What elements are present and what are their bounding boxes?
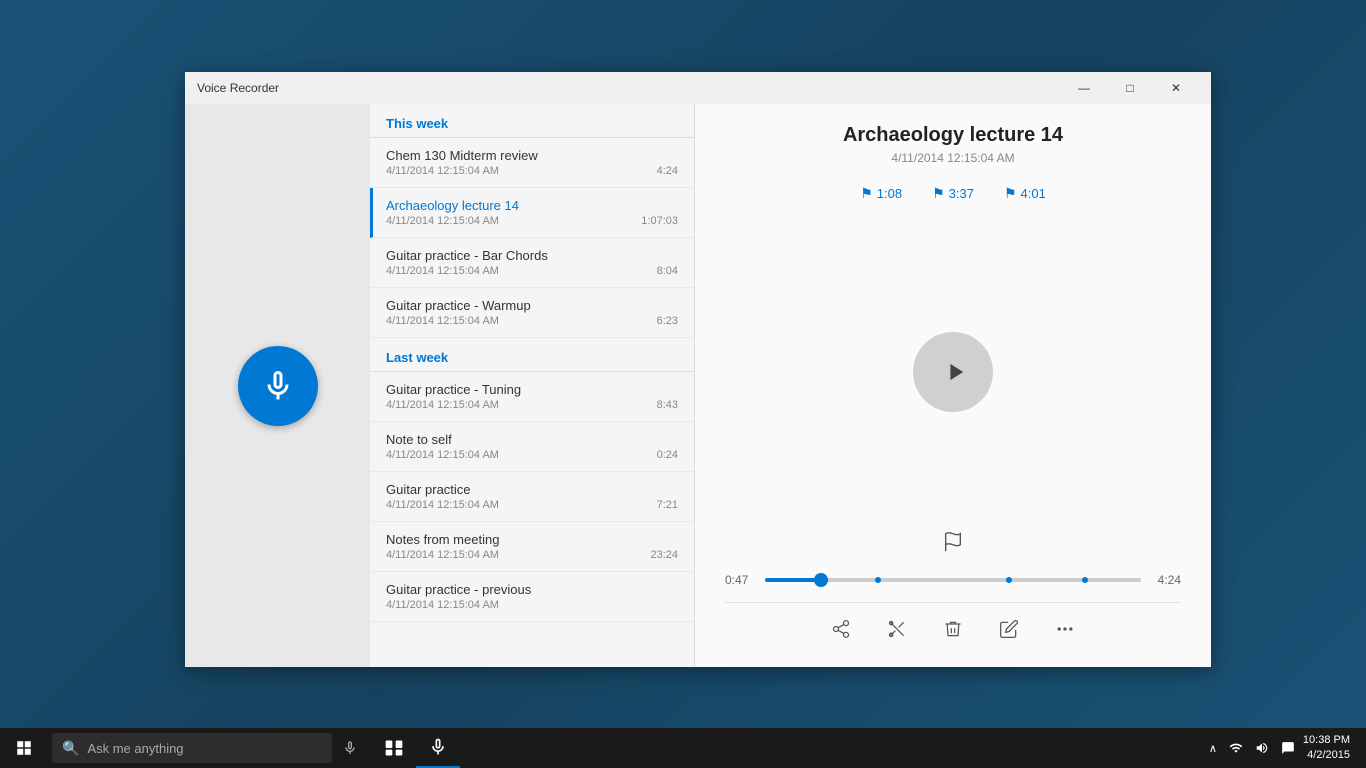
section-header-last-week: Last week	[370, 338, 694, 372]
desktop: Voice Recorder — □ ✕	[0, 0, 1366, 768]
recording-item[interactable]: Guitar practice - previous 4/11/2014 12:…	[370, 572, 694, 622]
voice-recorder-taskbar-icon	[428, 737, 448, 757]
progress-area: 0:47 4:24	[725, 573, 1181, 587]
window-controls: — □ ✕	[1061, 72, 1199, 104]
total-time: 4:24	[1151, 573, 1181, 587]
delete-icon	[943, 619, 963, 639]
flag-add-area	[725, 531, 1181, 558]
start-button[interactable]	[0, 728, 48, 768]
taskbar-clock[interactable]: 10:38 PM 4/2/2015	[1303, 733, 1358, 764]
recording-item-selected[interactable]: Archaeology lecture 14 4/11/2014 12:15:0…	[370, 188, 694, 238]
taskbar-app-task-view[interactable]	[372, 728, 416, 768]
recording-item[interactable]: Notes from meeting 4/11/2014 12:15:04 AM…	[370, 522, 694, 572]
play-icon	[941, 358, 969, 386]
taskbar-network-icon[interactable]	[1225, 741, 1247, 755]
windows-icon	[15, 739, 33, 757]
minimize-button[interactable]: —	[1061, 72, 1107, 104]
app-content: This week Chem 130 Midterm review 4/11/2…	[185, 104, 1211, 667]
trim-button[interactable]	[879, 611, 915, 647]
taskbar-notifications-chevron[interactable]: ∧	[1205, 742, 1221, 755]
play-area	[725, 222, 1181, 521]
edit-icon	[999, 619, 1019, 639]
search-placeholder: Ask me anything	[87, 741, 183, 756]
recording-item[interactable]: Guitar practice 4/11/2014 12:15:04 AM 7:…	[370, 472, 694, 522]
taskbar-notification-icon[interactable]	[1277, 741, 1299, 755]
maximize-button[interactable]: □	[1107, 72, 1153, 104]
taskbar-mic-button[interactable]	[332, 728, 368, 768]
delete-button[interactable]	[935, 611, 971, 647]
progress-fill	[765, 578, 821, 582]
network-icon	[1229, 741, 1243, 755]
microphone-icon	[260, 368, 296, 404]
more-button[interactable]	[1047, 611, 1083, 647]
trim-icon	[887, 619, 907, 639]
taskbar-microphone-icon	[342, 740, 358, 756]
progress-dot-3	[1082, 577, 1088, 583]
sidebar-left	[185, 104, 370, 667]
recording-item[interactable]: Guitar practice - Tuning 4/11/2014 12:15…	[370, 372, 694, 422]
close-button[interactable]: ✕	[1153, 72, 1199, 104]
taskbar-date-text: 4/2/2015	[1303, 748, 1350, 763]
taskbar-apps	[372, 728, 460, 768]
share-icon	[831, 619, 851, 639]
app-window: Voice Recorder — □ ✕	[185, 72, 1211, 667]
progress-dot-1	[875, 577, 881, 583]
recording-item[interactable]: Note to self 4/11/2014 12:15:04 AM 0:24	[370, 422, 694, 472]
add-flag-button[interactable]	[942, 531, 964, 558]
search-bar[interactable]: 🔍 Ask me anything	[52, 733, 332, 763]
share-button[interactable]	[823, 611, 859, 647]
recordings-panel: This week Chem 130 Midterm review 4/11/2…	[370, 104, 695, 667]
recording-item[interactable]: Guitar practice - Warmup 4/11/2014 12:15…	[370, 288, 694, 338]
notification-icon	[1281, 741, 1295, 755]
more-icon	[1055, 619, 1075, 639]
progress-thumb	[814, 573, 828, 587]
marker-2[interactable]: ⚑ 3:37	[932, 185, 974, 202]
play-button[interactable]	[913, 332, 993, 412]
progress-dot-2	[1006, 577, 1012, 583]
recording-item[interactable]: Guitar practice - Bar Chords 4/11/2014 1…	[370, 238, 694, 288]
flag-icon-3: ⚑	[1004, 185, 1017, 202]
marker-1[interactable]: ⚑ 1:08	[860, 185, 902, 202]
progress-track[interactable]	[765, 578, 1141, 582]
rename-button[interactable]	[991, 611, 1027, 647]
taskbar-time-text: 10:38 PM	[1303, 733, 1350, 748]
search-icon: 🔍	[62, 740, 79, 757]
taskbar-right: ∧ 10:38 PM 4/2/2015	[1205, 733, 1366, 764]
recording-item[interactable]: Chem 130 Midterm review 4/11/2014 12:15:…	[370, 138, 694, 188]
player-markers: ⚑ 1:08 ⚑ 3:37 ⚑ 4:01	[725, 185, 1181, 202]
player-panel: Archaeology lecture 14 4/11/2014 12:15:0…	[695, 104, 1211, 667]
flag-icon-1: ⚑	[860, 185, 873, 202]
current-time: 0:47	[725, 573, 755, 587]
app-title: Voice Recorder	[197, 81, 1061, 95]
flag-icon-2: ⚑	[932, 185, 945, 202]
marker-3[interactable]: ⚑ 4:01	[1004, 185, 1046, 202]
player-date: 4/11/2014 12:15:04 AM	[725, 151, 1181, 165]
taskbar: 🔍 Ask me anything ∧	[0, 728, 1366, 768]
volume-icon	[1255, 741, 1269, 755]
section-header-this-week: This week	[370, 104, 694, 138]
task-view-icon	[384, 738, 404, 758]
player-title: Archaeology lecture 14	[725, 124, 1181, 147]
record-button[interactable]	[238, 346, 318, 426]
taskbar-app-voice-recorder[interactable]	[416, 728, 460, 768]
taskbar-volume-icon[interactable]	[1251, 741, 1273, 755]
flag-add-icon	[942, 531, 964, 553]
title-bar: Voice Recorder — □ ✕	[185, 72, 1211, 104]
player-toolbar	[725, 602, 1181, 647]
